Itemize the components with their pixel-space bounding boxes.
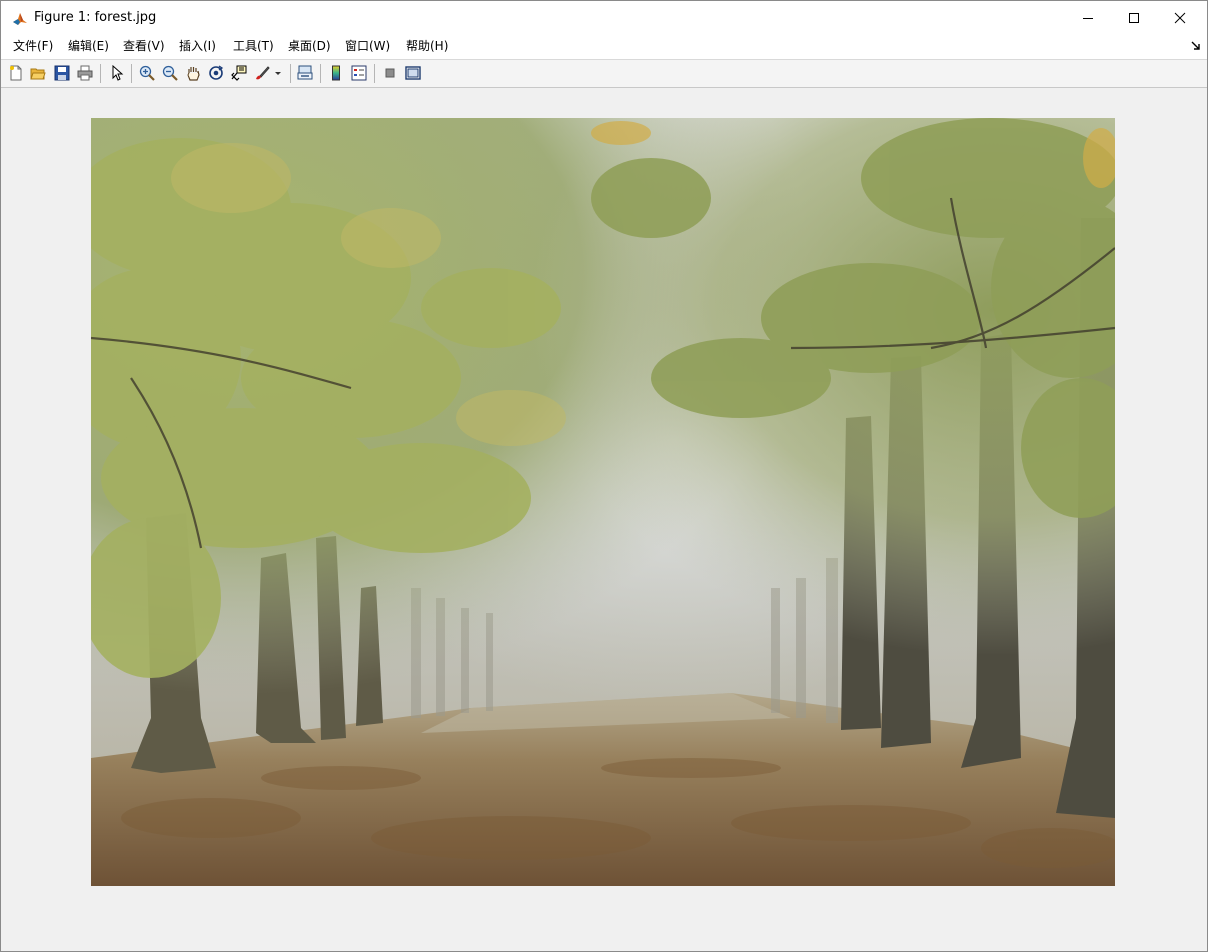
menu-window[interactable]: 窗口(W) bbox=[344, 38, 391, 55]
hide-plot-tools-icon bbox=[385, 68, 395, 78]
rotate-3d-button[interactable] bbox=[207, 64, 225, 82]
minimize-icon bbox=[1083, 17, 1093, 19]
brush-dropdown-button[interactable] bbox=[273, 64, 283, 82]
rotate-3d-icon bbox=[209, 65, 224, 80]
menu-insert[interactable]: 插入(I) bbox=[178, 38, 217, 55]
dock-figure-icon[interactable] bbox=[1191, 41, 1201, 51]
menu-tools[interactable]: 工具(T) bbox=[232, 38, 275, 55]
insert-colorbar-button[interactable] bbox=[327, 64, 345, 82]
print-icon bbox=[77, 65, 93, 81]
edit-plot-arrow-icon bbox=[112, 65, 124, 81]
pan-hand-icon bbox=[187, 67, 200, 81]
brush-icon bbox=[256, 66, 270, 80]
maximize-icon bbox=[1129, 12, 1139, 23]
new-figure-icon bbox=[10, 65, 22, 81]
forest-photo bbox=[91, 118, 1115, 886]
edit-plot-button[interactable] bbox=[108, 64, 126, 82]
close-icon bbox=[1174, 12, 1186, 23]
maximize-button[interactable] bbox=[1111, 1, 1157, 34]
brush-dropdown-icon bbox=[275, 72, 281, 75]
menu-view[interactable]: 查看(V) bbox=[122, 38, 166, 55]
window-title: Figure 1: forest.jpg bbox=[34, 10, 157, 25]
toolbar-separator bbox=[290, 64, 291, 83]
figure-toolbar bbox=[1, 60, 1207, 88]
pan-button[interactable] bbox=[184, 64, 202, 82]
insert-colorbar-icon bbox=[332, 65, 340, 81]
insert-legend-icon bbox=[351, 65, 367, 81]
close-button[interactable] bbox=[1157, 1, 1203, 34]
new-figure-button[interactable] bbox=[7, 64, 25, 82]
zoom-in-button[interactable] bbox=[138, 64, 156, 82]
open-file-icon bbox=[30, 68, 46, 80]
insert-legend-button[interactable] bbox=[350, 64, 368, 82]
zoom-in-icon bbox=[139, 65, 155, 81]
menu-file[interactable]: 文件(F) bbox=[12, 38, 54, 55]
zoom-out-icon bbox=[162, 65, 178, 81]
menu-bar: 文件(F) 编辑(E) 查看(V) 插入(I) 工具(T) 桌面(D) 窗口(W… bbox=[1, 34, 1207, 60]
data-cursor-icon bbox=[231, 65, 247, 81]
link-plot-button[interactable] bbox=[296, 64, 314, 82]
menu-help[interactable]: 帮助(H) bbox=[405, 38, 449, 55]
toolbar-separator bbox=[100, 64, 101, 83]
menu-desktop[interactable]: 桌面(D) bbox=[287, 38, 332, 55]
minimize-button[interactable] bbox=[1065, 1, 1111, 34]
toolbar-separator bbox=[374, 64, 375, 83]
figure-window: Figure 1: forest.jpg 文件(F) 编辑(E) 查看(V) 插… bbox=[0, 0, 1208, 952]
brush-button[interactable] bbox=[253, 64, 271, 82]
save-icon bbox=[54, 65, 70, 81]
zoom-out-button[interactable] bbox=[161, 64, 179, 82]
data-cursor-button[interactable] bbox=[230, 64, 248, 82]
open-file-button[interactable] bbox=[29, 64, 47, 82]
matlab-logo-icon bbox=[12, 10, 28, 26]
title-bar[interactable]: Figure 1: forest.jpg bbox=[1, 1, 1207, 34]
show-plot-tools-button[interactable] bbox=[404, 64, 422, 82]
menu-edit[interactable]: 编辑(E) bbox=[67, 38, 110, 55]
hide-plot-tools-button[interactable] bbox=[381, 64, 399, 82]
link-plot-icon bbox=[297, 65, 313, 80]
print-button[interactable] bbox=[76, 64, 94, 82]
show-plot-tools-icon bbox=[405, 66, 421, 80]
toolbar-separator bbox=[320, 64, 321, 83]
save-button[interactable] bbox=[53, 64, 71, 82]
toolbar-separator bbox=[131, 64, 132, 83]
